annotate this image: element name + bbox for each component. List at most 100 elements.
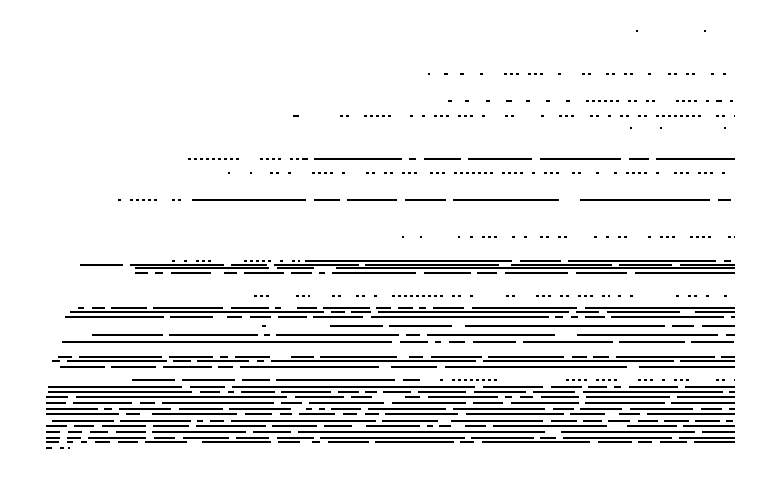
raster-dot: [278, 158, 281, 160]
raster-dot: [345, 425, 352, 427]
raster-dot: [654, 391, 660, 393]
raster-dot: [416, 379, 420, 381]
raster-dot: [554, 360, 562, 362]
raster-dot: [483, 360, 490, 362]
raster-dot: [505, 115, 508, 117]
raster-dot: [116, 341, 122, 343]
raster-dot: [545, 366, 551, 368]
raster-dot: [703, 360, 711, 362]
raster-dot: [390, 356, 397, 358]
raster-dot: [699, 334, 705, 336]
raster-dot: [235, 360, 241, 362]
raster-dot: [648, 236, 651, 238]
raster-dot: [269, 386, 275, 388]
raster-dot: [213, 437, 221, 439]
raster-dot: [266, 402, 274, 404]
raster-dot: [501, 316, 507, 318]
raster-dot: [537, 413, 543, 415]
raster-dot: [364, 267, 371, 269]
raster-dot: [132, 386, 138, 388]
raster-dot: [424, 325, 430, 327]
raster-dot: [177, 272, 183, 274]
raster-dot: [118, 199, 121, 201]
raster-dot: [469, 408, 475, 410]
raster-dot: [712, 366, 719, 368]
raster-dot: [576, 260, 582, 262]
raster-dot: [300, 420, 306, 422]
raster-dot: [495, 431, 501, 433]
raster-dot: [156, 420, 163, 422]
raster-dot: [276, 334, 284, 336]
raster-dot: [583, 311, 591, 313]
raster-dot: [157, 396, 165, 398]
raster-dot: [619, 441, 626, 443]
raster-dot: [164, 267, 170, 269]
raster-dot: [582, 260, 589, 262]
raster-dot: [394, 158, 402, 160]
raster-dot: [386, 316, 393, 318]
raster-dot: [128, 420, 134, 422]
raster-dot: [508, 356, 515, 358]
raster-dot: [705, 425, 712, 427]
raster-dot: [343, 267, 351, 269]
raster-dot: [414, 360, 420, 362]
raster-dot: [491, 267, 497, 269]
raster-dot: [100, 420, 107, 422]
raster-dot: [597, 325, 604, 327]
raster-dot: [130, 199, 133, 201]
raster-dot: [413, 260, 419, 262]
raster-dot: [383, 386, 389, 388]
raster-dot: [124, 441, 132, 443]
raster-dot: [160, 441, 168, 443]
raster-dot: [469, 360, 476, 362]
raster-dot: [585, 341, 593, 343]
raster-dot: [624, 325, 631, 327]
raster-dot: [716, 441, 724, 443]
raster-dot: [186, 413, 192, 415]
raster-dot: [427, 413, 435, 415]
raster-dot: [409, 158, 416, 160]
raster-dot: [697, 366, 705, 368]
raster-dot: [125, 366, 133, 368]
raster-dot: [540, 437, 548, 439]
raster-dot: [182, 379, 190, 381]
raster-dot: [404, 391, 411, 393]
raster-dot: [733, 360, 735, 362]
raster-dot: [598, 437, 604, 439]
raster-dot: [281, 402, 287, 404]
raster-dot: [508, 431, 515, 433]
raster-dot: [555, 391, 561, 393]
raster-dot: [654, 413, 662, 415]
raster-dot: [719, 158, 725, 160]
raster-dot: [163, 420, 170, 422]
raster-dot: [494, 236, 497, 238]
raster-dot: [127, 408, 134, 410]
raster-dot: [560, 295, 563, 297]
raster-dot: [382, 379, 388, 381]
raster-dot: [468, 199, 474, 201]
raster-dot: [431, 356, 438, 358]
raster-dot: [511, 264, 517, 266]
raster-dot: [507, 437, 514, 439]
raster-dot: [614, 311, 620, 313]
raster-dot: [181, 441, 187, 443]
raster-dot: [227, 379, 235, 381]
raster-dot: [237, 420, 243, 422]
raster-dot: [397, 441, 404, 443]
raster-dot: [246, 396, 252, 398]
raster-dot: [563, 158, 570, 160]
raster-dot: [116, 264, 123, 266]
raster-dot: [407, 341, 413, 343]
raster-dot: [460, 402, 466, 404]
raster-dot: [264, 413, 272, 415]
raster-dot: [195, 307, 201, 309]
raster-dot: [238, 425, 245, 427]
raster-dot: [114, 311, 121, 313]
raster-dot: [206, 264, 212, 266]
raster-dot: [590, 334, 597, 336]
raster-dot: [658, 325, 665, 327]
raster-dot: [432, 386, 440, 388]
raster-dot: [642, 396, 649, 398]
raster-dot: [429, 267, 435, 269]
raster-dot: [671, 158, 677, 160]
